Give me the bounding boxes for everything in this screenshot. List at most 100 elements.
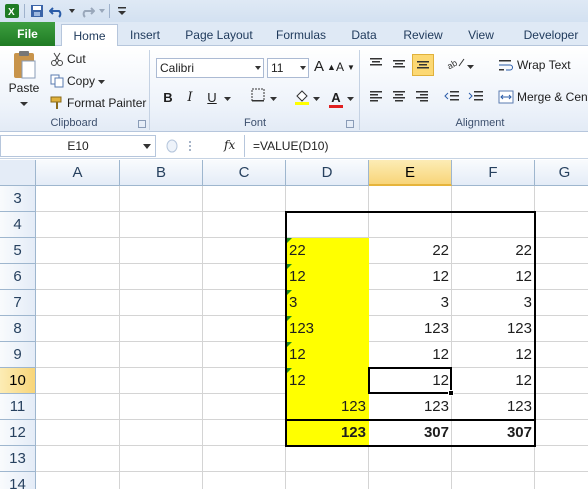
- align-right-icon: [415, 90, 429, 102]
- cut-label: Cut: [67, 52, 86, 66]
- increase-indent-button[interactable]: [466, 88, 486, 108]
- row-header-9[interactable]: 9: [0, 342, 36, 368]
- tab-home[interactable]: Home: [61, 24, 118, 47]
- column-header-d[interactable]: D: [286, 160, 369, 186]
- save-icon[interactable]: [29, 3, 45, 19]
- excel-logo-icon: X: [4, 3, 20, 19]
- fill-handle[interactable]: [448, 390, 454, 396]
- tab-view[interactable]: View: [460, 24, 502, 46]
- underline-dropdown-icon[interactable]: [222, 88, 232, 108]
- align-bottom-button[interactable]: [412, 54, 434, 76]
- font-name-combo[interactable]: Calibri: [156, 58, 264, 78]
- tab-formulas[interactable]: Formulas: [268, 24, 334, 46]
- column-header-e[interactable]: E: [369, 160, 452, 186]
- tab-developer[interactable]: Developer: [514, 24, 588, 46]
- row-header-8[interactable]: 8: [0, 316, 36, 342]
- align-center-button[interactable]: [389, 88, 409, 108]
- copy-button[interactable]: Copy: [50, 74, 106, 88]
- shrink-font-button[interactable]: A ▼: [336, 60, 355, 74]
- borders-icon: [251, 88, 265, 102]
- format-painter-button[interactable]: Format Painter: [50, 96, 146, 110]
- font-launcher-icon[interactable]: [346, 120, 354, 128]
- svg-text:X: X: [8, 7, 15, 18]
- grow-font-button[interactable]: A ▲: [314, 58, 336, 75]
- font-name-dropdown-icon[interactable]: [255, 66, 261, 70]
- fill-color-dropdown-icon[interactable]: [311, 88, 321, 108]
- tab-page-layout[interactable]: Page Layout: [180, 24, 258, 46]
- row-header-7[interactable]: 7: [0, 290, 36, 316]
- font-color-button[interactable]: A: [326, 88, 346, 108]
- redo-dropdown-icon[interactable]: [99, 3, 105, 19]
- copy-icon: [50, 74, 64, 88]
- active-cell-border: [368, 367, 452, 394]
- insert-function-button[interactable]: fx: [224, 138, 235, 152]
- row-header-13[interactable]: 13: [0, 446, 36, 472]
- tab-file[interactable]: File: [0, 22, 55, 46]
- align-center-icon: [392, 90, 406, 102]
- decrease-indent-icon: [444, 90, 460, 102]
- column-header-c[interactable]: C: [203, 160, 286, 186]
- underline-button[interactable]: U: [202, 88, 222, 108]
- select-all-corner[interactable]: [0, 160, 36, 186]
- customize-qat-icon[interactable]: [114, 3, 130, 19]
- align-left-button[interactable]: [366, 88, 386, 108]
- row-header-6[interactable]: 6: [0, 264, 36, 290]
- format-painter-label: Format Painter: [67, 96, 147, 110]
- font-color-dropdown-icon[interactable]: [345, 88, 355, 108]
- wrap-text-button[interactable]: Wrap Text: [498, 58, 571, 72]
- font-name-value: Calibri: [160, 61, 195, 75]
- qat-divider: [109, 4, 110, 18]
- row-header-10[interactable]: 10: [0, 368, 36, 394]
- merge-center-icon: [498, 90, 514, 104]
- row-header-12[interactable]: 12: [0, 420, 36, 446]
- align-top-icon: [369, 56, 383, 70]
- font-size-dropdown-icon[interactable]: [300, 66, 306, 70]
- formula-bar-resize-handle[interactable]: [166, 139, 178, 156]
- formula-input[interactable]: =VALUE(D10): [244, 135, 588, 157]
- spreadsheet-grid[interactable]: ABCDEFG 3 4 5 6 7 8 9 10 11 12 13 14 22 22 22 12 12 12 3 3…: [0, 160, 588, 489]
- merge-center-label: Merge & Cent: [517, 90, 588, 104]
- borders-dropdown-icon[interactable]: [268, 88, 278, 108]
- undo-dropdown-icon[interactable]: [69, 3, 75, 19]
- svg-text:ab: ab: [447, 58, 459, 70]
- paste-button[interactable]: Paste: [6, 50, 42, 110]
- shrink-font-arrow-icon: ▼: [347, 62, 355, 72]
- cut-button[interactable]: Cut: [50, 52, 86, 66]
- bold-button[interactable]: B: [158, 88, 178, 108]
- tab-review[interactable]: Review: [396, 24, 450, 46]
- decrease-indent-button[interactable]: [442, 88, 462, 108]
- paint-bucket-icon: [294, 88, 310, 106]
- row-header-4[interactable]: 4: [0, 212, 36, 238]
- column-header-f[interactable]: F: [452, 160, 535, 186]
- align-middle-button[interactable]: [389, 56, 409, 76]
- align-top-button[interactable]: [366, 56, 386, 76]
- paste-label: Paste: [8, 81, 40, 95]
- column-header-b[interactable]: B: [120, 160, 203, 186]
- column-header-a[interactable]: A: [36, 160, 120, 186]
- formula-bar: E10 fx =VALUE(D10): [0, 133, 588, 159]
- font-size-value: 11: [271, 61, 284, 75]
- align-bottom-icon: [416, 55, 430, 69]
- tab-data[interactable]: Data: [344, 24, 384, 46]
- tab-insert[interactable]: Insert: [122, 24, 168, 46]
- row-header-14[interactable]: 14: [0, 472, 36, 489]
- undo-icon[interactable]: [49, 3, 65, 19]
- fill-color-button[interactable]: [292, 88, 312, 108]
- row-header-11[interactable]: 11: [0, 394, 36, 420]
- merge-center-button[interactable]: Merge & Cent: [498, 90, 588, 104]
- font-size-combo[interactable]: 11: [267, 58, 309, 78]
- column-header-g[interactable]: G: [535, 160, 588, 186]
- row-header-5[interactable]: 5: [0, 238, 36, 264]
- name-box-dropdown-icon[interactable]: [143, 144, 151, 149]
- name-box[interactable]: E10: [0, 135, 156, 157]
- row-header-3[interactable]: 3: [0, 186, 36, 212]
- clipboard-launcher-icon[interactable]: [138, 120, 146, 128]
- borders-button[interactable]: [248, 88, 268, 108]
- italic-button[interactable]: I: [180, 88, 200, 108]
- orientation-button[interactable]: ab: [446, 56, 466, 76]
- gridline: [202, 186, 203, 489]
- align-right-button[interactable]: [412, 88, 432, 108]
- orientation-dropdown-icon[interactable]: [465, 56, 475, 76]
- redo-icon[interactable]: [79, 3, 95, 19]
- align-middle-icon: [392, 56, 406, 70]
